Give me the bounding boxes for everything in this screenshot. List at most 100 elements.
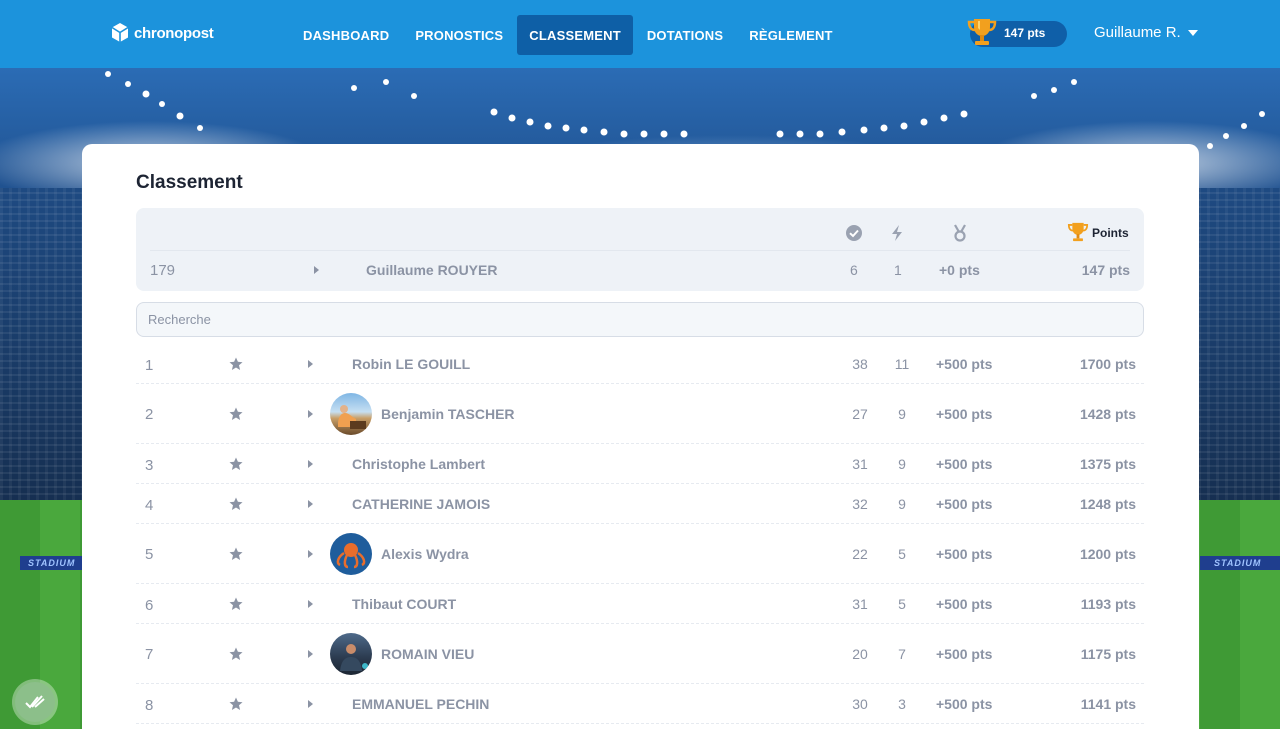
ranking-card: Classement Points 179 Guillaume ROUYER 6… [82, 144, 1199, 729]
user-points-badge[interactable]: 147 pts [967, 19, 1067, 47]
row-medal-pts: +500 pts [936, 646, 993, 662]
row-bonus: 9 [898, 496, 906, 512]
star-icon[interactable] [229, 457, 243, 471]
row-bonus: 5 [898, 596, 906, 612]
row-player-name: Benjamin TASCHER [381, 406, 515, 422]
trophy-icon [967, 19, 997, 45]
my-rank-position: 179 [150, 262, 176, 279]
caret-right-icon[interactable] [308, 550, 313, 558]
row-correct: 30 [852, 696, 868, 712]
page-title: Classement [136, 172, 243, 193]
nav-reglement[interactable]: RÈGLEMENT [737, 15, 844, 55]
table-row[interactable]: 3 Christophe Lambert 31 9 +500 pts 1375 … [136, 444, 1144, 484]
star-icon[interactable] [229, 547, 243, 561]
nav-dashboard[interactable]: DASHBOARD [291, 15, 401, 55]
row-medal-pts: +500 pts [936, 456, 993, 472]
row-player-name: Christophe Lambert [352, 456, 486, 472]
row-correct: 32 [852, 496, 868, 512]
main-nav: DASHBOARD PRONOSTICS CLASSEMENT DOTATION… [291, 15, 847, 55]
caret-right-icon[interactable] [308, 500, 313, 508]
row-player-name: EMMANUEL PECHIN [352, 696, 490, 712]
my-rank-correct: 6 [850, 262, 858, 278]
double-check-icon [25, 695, 45, 709]
star-icon[interactable] [229, 407, 243, 421]
my-rank-name: Guillaume ROUYER [366, 262, 498, 278]
summary-divider [150, 250, 1130, 251]
my-rank-summary: Points 179 Guillaume ROUYER 6 1 +0 pts 1… [136, 208, 1144, 291]
row-total: 1193 pts [1080, 596, 1136, 612]
table-row[interactable]: 8 EMMANUEL PECHIN 30 3 +500 pts 1141 pts [136, 684, 1144, 724]
row-rank: 8 [145, 697, 154, 714]
check-circle-icon [846, 225, 862, 241]
caret-right-icon[interactable] [308, 460, 313, 468]
table-row[interactable]: 1 Robin LE GOUILL 38 11 +500 pts 1700 pt… [136, 344, 1144, 384]
table-row[interactable]: 5 Alexis Wydra 22 5 +500 pts 1200 pts [136, 524, 1144, 584]
row-rank: 4 [145, 497, 154, 514]
row-medal-pts: +500 pts [936, 546, 993, 562]
row-correct: 31 [852, 456, 868, 472]
stadium-banner-right: STADIUM [1200, 556, 1280, 570]
avatar [330, 633, 372, 675]
trophy-icon [1067, 222, 1089, 242]
row-correct: 38 [852, 356, 868, 372]
chronopost-cube-icon [111, 23, 129, 42]
caret-right-icon[interactable] [308, 600, 313, 608]
row-medal-pts: +500 pts [936, 356, 993, 372]
nav-classement[interactable]: CLASSEMENT [517, 15, 633, 55]
star-icon[interactable] [229, 497, 243, 511]
my-rank-bonus: 1 [894, 262, 902, 278]
table-row[interactable]: 4 CATHERINE JAMOIS 32 9 +500 pts 1248 pt… [136, 484, 1144, 524]
brand-logo[interactable]: chronopost [110, 22, 214, 44]
lightning-icon [892, 225, 902, 241]
row-total: 1248 pts [1079, 496, 1136, 512]
avatar-octopus-image [336, 543, 366, 569]
caret-right-icon[interactable] [308, 410, 313, 418]
row-correct: 31 [852, 596, 868, 612]
row-rank: 2 [145, 406, 154, 423]
table-row[interactable]: 7 ROMAIN VIEU 20 7 +500 pts 1175 pts [136, 624, 1144, 684]
my-rank-total: 147 pts [1081, 262, 1130, 278]
row-correct: 22 [852, 546, 868, 562]
avatar-photo [340, 644, 368, 671]
row-rank: 3 [145, 457, 154, 474]
my-rank-medal-pts: +0 pts [939, 262, 980, 278]
star-icon[interactable] [229, 357, 243, 371]
row-bonus: 3 [898, 696, 906, 712]
row-bonus: 9 [898, 406, 906, 422]
row-correct: 27 [852, 406, 868, 422]
brand-name: chronopost [134, 24, 214, 42]
table-row[interactable]: 6 Thibaut COURT 31 5 +500 pts 1193 pts [136, 584, 1144, 624]
top-header: chronopost DASHBOARD PRONOSTICS CLASSEME… [0, 0, 1280, 68]
star-icon[interactable] [229, 647, 243, 661]
floating-check-button[interactable] [15, 682, 55, 722]
stadium-banner-left: STADIUM [20, 556, 82, 570]
nav-dotations[interactable]: DOTATIONS [635, 15, 735, 55]
row-medal-pts: +500 pts [936, 596, 993, 612]
caret-right-icon[interactable] [308, 360, 313, 368]
row-player-name: ROMAIN VIEU [381, 646, 475, 662]
user-menu-dropdown[interactable]: Guillaume R. [1094, 24, 1198, 41]
caret-right-icon[interactable] [308, 700, 313, 708]
row-medal-pts: +500 pts [936, 696, 993, 712]
row-rank: 6 [145, 597, 154, 614]
star-icon[interactable] [229, 697, 243, 711]
row-total: 1375 pts [1079, 456, 1136, 472]
row-bonus: 11 [894, 356, 910, 372]
caret-right-icon[interactable] [308, 650, 313, 658]
avatar-photo [338, 405, 366, 429]
row-bonus: 7 [898, 646, 906, 662]
row-total: 1200 pts [1079, 546, 1136, 562]
user-name: Guillaume R. [1094, 24, 1181, 41]
row-player-name: Robin LE GOUILL [352, 356, 471, 372]
chevron-down-icon [1187, 29, 1198, 36]
table-row[interactable]: 2 Benjamin TASCHER 27 9 +500 pts 1428 pt… [136, 384, 1144, 444]
row-medal-pts: +500 pts [936, 406, 993, 422]
row-bonus: 9 [898, 456, 906, 472]
row-player-name: Thibaut COURT [352, 596, 457, 612]
search-input[interactable] [136, 302, 1144, 337]
avatar [330, 393, 372, 435]
row-total: 1428 pts [1079, 406, 1136, 422]
caret-right-icon [314, 266, 319, 274]
star-icon[interactable] [229, 597, 243, 611]
nav-pronostics[interactable]: PRONOSTICS [403, 15, 515, 55]
